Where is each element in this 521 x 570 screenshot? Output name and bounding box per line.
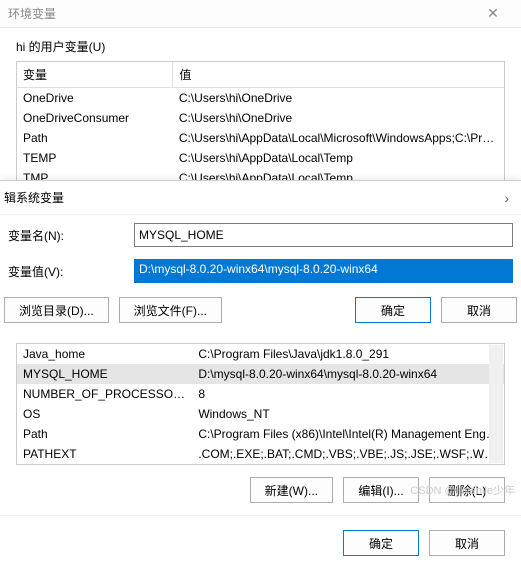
table-row[interactable]: Java_homeC:\Program Files\Java\jdk1.8.0_…	[17, 344, 504, 364]
table-row[interactable]: PathC:\Program Files (x86)\Intel\Intel(R…	[17, 424, 504, 444]
col-header-name[interactable]: 变量	[17, 62, 173, 88]
cancel-button[interactable]: 取消	[441, 297, 517, 323]
user-vars-label: hi 的用户变量(U)	[0, 28, 521, 61]
titlebar: 环境变量 ✕	[0, 0, 521, 28]
table-row[interactable]: PathC:\Users\hi\AppData\Local\Microsoft\…	[17, 128, 504, 148]
close-icon[interactable]: ✕	[473, 0, 513, 28]
edit-button[interactable]: 编辑(I)...	[343, 477, 419, 503]
var-value-label: 变量值(V):	[4, 263, 134, 280]
table-row[interactable]: OneDriveConsumerC:\Users\hi\OneDrive	[17, 108, 504, 128]
chevron-right-icon[interactable]: ›	[496, 190, 517, 206]
system-vars-table[interactable]: Java_homeC:\Program Files\Java\jdk1.8.0_…	[16, 343, 505, 465]
main-cancel-button[interactable]: 取消	[429, 530, 505, 556]
edit-system-variable-dialog: 辑系统变量 › 变量名(N): 变量值(V): D:\mysql-8.0.20-…	[0, 180, 521, 570]
browse-file-button[interactable]: 浏览文件(F)...	[119, 297, 222, 323]
user-vars-table[interactable]: 变量 值 OneDriveC:\Users\hi\OneDrive OneDri…	[16, 61, 505, 189]
browse-dir-button[interactable]: 浏览目录(D)...	[4, 297, 109, 323]
var-value-input[interactable]: D:\mysql-8.0.20-winx64\mysql-8.0.20-winx…	[134, 259, 513, 283]
var-name-label: 变量名(N):	[4, 227, 134, 244]
table-row[interactable]: NUMBER_OF_PROCESSORS8	[17, 384, 504, 404]
ok-button[interactable]: 确定	[355, 297, 431, 323]
watermark: CSDN @juvenile少年	[410, 482, 515, 498]
col-header-value[interactable]: 值	[173, 62, 504, 88]
var-name-input[interactable]	[134, 223, 513, 247]
table-row[interactable]: PATHEXT.COM;.EXE;.BAT;.CMD;.VBS;.VBE;.JS…	[17, 444, 504, 464]
table-row[interactable]: OneDriveC:\Users\hi\OneDrive	[17, 88, 504, 109]
main-ok-button[interactable]: 确定	[343, 530, 419, 556]
edit-dialog-title: 辑系统变量	[4, 189, 496, 206]
table-row[interactable]: MYSQL_HOMED:\mysql-8.0.20-winx64\mysql-8…	[17, 364, 504, 384]
new-button[interactable]: 新建(W)...	[250, 477, 333, 503]
table-row[interactable]: OSWindows_NT	[17, 404, 504, 424]
window-title: 环境变量	[8, 5, 473, 22]
table-row[interactable]: TEMPC:\Users\hi\AppData\Local\Temp	[17, 148, 504, 168]
